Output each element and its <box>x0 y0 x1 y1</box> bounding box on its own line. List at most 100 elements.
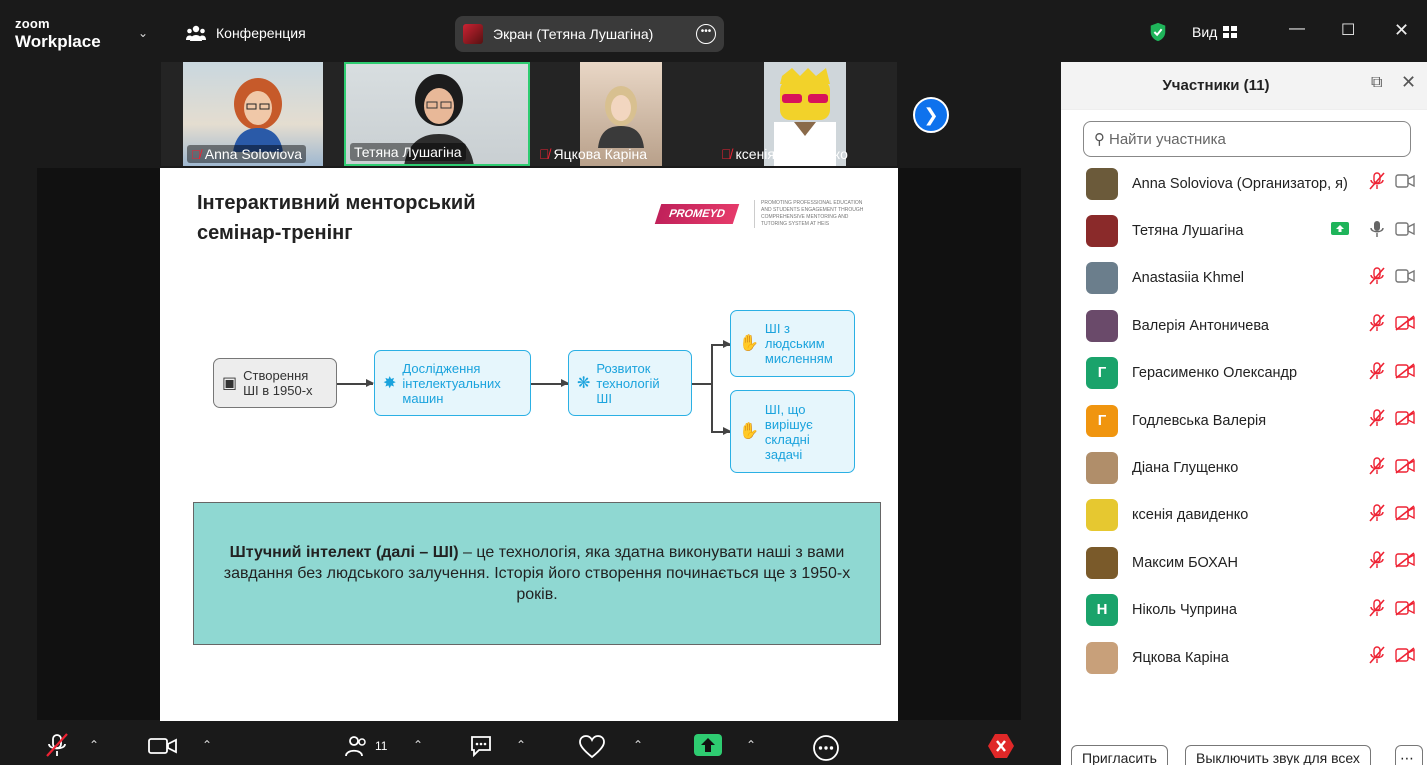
chevron-down-icon[interactable]: ⌄ <box>138 26 148 40</box>
participant-status-icons <box>1368 267 1415 290</box>
more-options-icon[interactable]: ••• <box>696 24 716 44</box>
participant-name: Тетяна Лушагіна <box>1132 223 1244 240</box>
video-camera-icon[interactable] <box>148 737 178 755</box>
shield-icon[interactable] <box>1148 22 1168 42</box>
participant-row[interactable]: Г Годлевська Валерія <box>1061 397 1427 444</box>
video-tile[interactable]: 🎙̸ Anna Soloviova <box>183 62 323 166</box>
search-icon: ⚲ <box>1094 131 1105 148</box>
close-icon[interactable]: ✕ <box>1401 72 1416 93</box>
participant-row[interactable]: ксенія давиденко <box>1061 492 1427 539</box>
video-off-icon[interactable] <box>1395 315 1415 336</box>
participant-row[interactable]: Г Герасименко Олександр <box>1061 350 1427 397</box>
popout-icon[interactable]: ⧉ <box>1371 74 1382 92</box>
chevron-up-icon[interactable]: ⌃ <box>746 738 756 752</box>
participant-status-icons <box>1368 599 1415 622</box>
video-camera-icon[interactable] <box>1395 269 1415 288</box>
mic-muted-icon[interactable] <box>1368 456 1386 480</box>
chevron-up-icon[interactable]: ⌃ <box>633 738 643 752</box>
video-camera-icon[interactable] <box>1395 221 1415 241</box>
chevron-up-icon[interactable]: ⌃ <box>202 738 212 752</box>
mic-muted-icon: 🎙̸ <box>191 146 201 162</box>
title-bar: zoom Workplace ⌄ Конференция Экран (Тетя… <box>0 0 1427 62</box>
mic-icon[interactable] <box>1368 220 1386 243</box>
robot-icon: ▣ <box>222 374 238 392</box>
participant-name: Валерія Антоничева <box>1132 317 1269 334</box>
next-page-button[interactable]: ❯ <box>913 97 949 133</box>
participant-name: Яцкова Каріна <box>1132 649 1229 666</box>
participant-row[interactable]: Тетяна Лушагіна <box>1061 207 1427 254</box>
maximize-icon[interactable]: ☐ <box>1341 20 1355 40</box>
chevron-up-icon[interactable]: ⌃ <box>516 738 526 752</box>
flow-connector <box>711 344 713 432</box>
video-tile-name: Тетяна Лушагіна <box>350 143 466 161</box>
participant-row[interactable]: Діана Глущенко <box>1061 444 1427 491</box>
more-options-button[interactable]: ⋯ <box>1395 745 1423 765</box>
video-off-icon[interactable] <box>1395 457 1415 479</box>
chevron-up-icon[interactable]: ⌃ <box>89 738 99 752</box>
video-off-icon[interactable] <box>1395 410 1415 431</box>
view-button[interactable]: Вид <box>1192 24 1238 40</box>
screen-share-indicator[interactable]: Экран (Тетяна Лушагіна) ••• <box>455 16 724 52</box>
avatar: Н <box>1086 594 1118 627</box>
hand-icon: ✋ <box>739 335 759 352</box>
panel-header: Участники (11) ⧉ ✕ <box>1061 62 1427 110</box>
participants-panel: Участники (11) ⧉ ✕ ⚲ Anna Soloviova (Орг… <box>1061 62 1427 765</box>
mic-muted-icon: 🎙̸ <box>539 146 550 162</box>
search-input[interactable] <box>1109 130 1389 148</box>
mic-muted-icon[interactable] <box>1368 504 1386 527</box>
video-off-icon[interactable] <box>1395 647 1415 668</box>
avatar <box>1086 167 1118 200</box>
participant-row[interactable]: Н Ніколь Чуприна <box>1061 587 1427 634</box>
brand-logo: PROMEYD PROMOTING PROFESSIONAL EDUCATION… <box>654 198 874 234</box>
chat-icon[interactable] <box>469 734 495 758</box>
video-tile-name: 🎙̸ Anna Soloviova <box>187 145 307 163</box>
participant-row[interactable]: Anastasiia Khmel <box>1061 255 1427 302</box>
participant-status-icons <box>1368 409 1415 432</box>
mute-all-button[interactable]: Выключить звук для всех <box>1185 745 1371 765</box>
panel-footer: Пригласить Выключить звук для всех ⋯ <box>1061 745 1427 765</box>
mic-muted-icon[interactable] <box>1368 267 1386 290</box>
video-off-icon[interactable] <box>1395 600 1415 621</box>
flow-node-start: ▣ Створення ШІ в 1950-х <box>213 358 337 408</box>
mic-muted-icon[interactable] <box>44 732 70 758</box>
video-tile-name: 🎙̸ Яцкова Каріна <box>539 146 648 162</box>
presentation-slide: Інтерактивний менторський семінар-тренін… <box>160 168 898 721</box>
video-off-icon[interactable] <box>1395 552 1415 573</box>
chevron-up-icon[interactable]: ⌃ <box>413 738 423 752</box>
participant-photo <box>598 86 644 148</box>
mic-muted-icon[interactable] <box>1368 409 1386 432</box>
avatar <box>1086 215 1118 248</box>
mic-muted-icon[interactable] <box>1368 314 1386 337</box>
sharer-avatar <box>463 24 483 44</box>
video-camera-icon[interactable] <box>1395 174 1415 193</box>
participant-row[interactable]: Валерія Антоничева <box>1061 302 1427 349</box>
participant-row[interactable]: Anna Soloviova (Организатор, я) <box>1061 160 1427 207</box>
participant-name: Ніколь Чуприна <box>1132 602 1237 619</box>
mic-muted-icon[interactable] <box>1368 599 1386 622</box>
video-off-icon[interactable] <box>1395 505 1415 526</box>
mic-muted-icon[interactable] <box>1368 551 1386 574</box>
share-screen-button[interactable] <box>694 734 722 756</box>
video-off-icon[interactable] <box>1395 363 1415 384</box>
flow-node-human-thinking: ✋ ШІ з людським мисленням <box>730 310 855 377</box>
zoom-logo: zoom Workplace <box>15 16 101 50</box>
participants-icon[interactable] <box>344 735 368 757</box>
avatar <box>1086 309 1118 342</box>
video-tile-active-speaker[interactable]: Тетяна Лушагіна <box>344 62 530 166</box>
end-meeting-icon[interactable] <box>987 733 1015 759</box>
mic-muted-icon[interactable] <box>1368 172 1386 195</box>
avatar <box>1086 499 1118 532</box>
heart-icon[interactable] <box>578 735 606 759</box>
close-icon[interactable]: ✕ <box>1394 20 1409 41</box>
participant-row[interactable]: Яцкова Каріна <box>1061 634 1427 681</box>
more-icon[interactable] <box>812 734 840 762</box>
search-box[interactable]: ⚲ <box>1083 121 1411 157</box>
invite-button[interactable]: Пригласить <box>1071 745 1168 765</box>
flow-node-complex-tasks: ✋ ШІ, що вирішує складні задачі <box>730 390 855 473</box>
mic-muted-icon[interactable] <box>1368 646 1386 669</box>
participant-row[interactable]: Максим БОХАН <box>1061 539 1427 586</box>
minimize-icon[interactable]: — <box>1289 20 1305 38</box>
mic-muted-icon[interactable] <box>1368 362 1386 385</box>
brand-tagline: PROMOTING PROFESSIONAL EDUCATION AND STU… <box>754 200 874 228</box>
meeting-info-button[interactable]: Конференция <box>186 24 306 42</box>
